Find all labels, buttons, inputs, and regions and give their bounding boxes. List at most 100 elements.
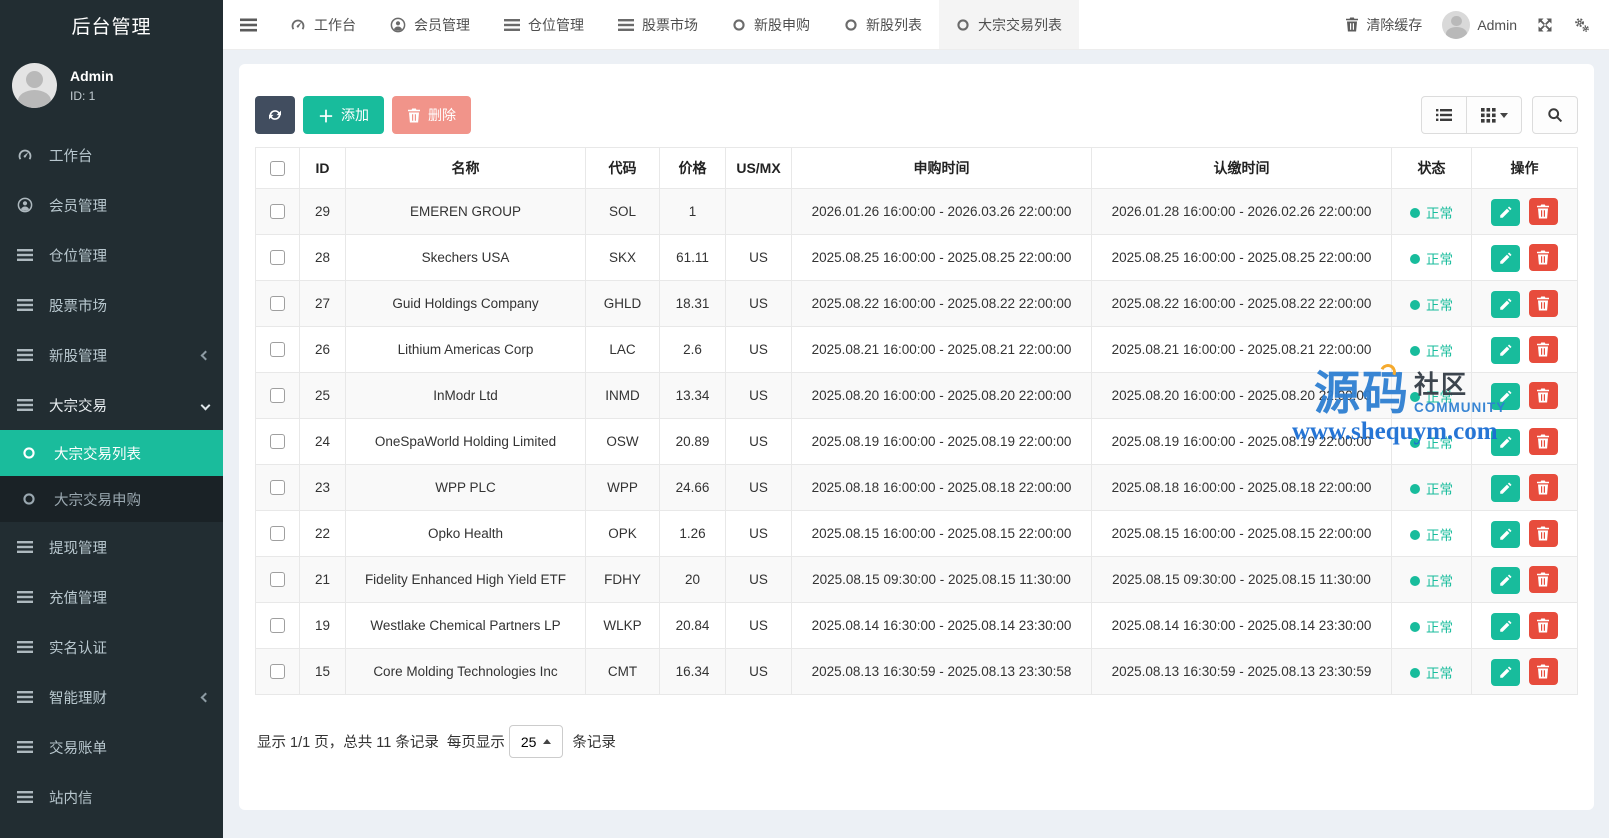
clear-cache-button[interactable]: 清除缓存	[1345, 15, 1422, 35]
nav-tab-6[interactable]: 新股列表	[827, 0, 939, 49]
row-market: US	[725, 648, 792, 695]
list-icon	[17, 247, 38, 264]
row-id: 21	[299, 556, 346, 603]
row-checkbox[interactable]	[270, 204, 285, 220]
row-ops	[1471, 326, 1578, 373]
row-code: SKX	[585, 234, 660, 281]
sidebar-item-14[interactable]: 站内信	[0, 772, 223, 822]
sidebar-item-11[interactable]: 实名认证	[0, 622, 223, 672]
refresh-button[interactable]	[255, 96, 295, 134]
sidebar-toggle-button[interactable]	[223, 0, 273, 49]
edit-row-button[interactable]	[1491, 428, 1521, 456]
row-ops	[1471, 556, 1578, 603]
table-row: 27 Guid Holdings Company GHLD 18.31 US 2…	[255, 280, 1578, 327]
delete-row-button[interactable]	[1528, 381, 1558, 409]
row-checkbox[interactable]	[270, 250, 285, 266]
pencil-icon	[1499, 343, 1512, 357]
search-button[interactable]	[1532, 96, 1578, 134]
sidebar-item-13[interactable]: 交易账单	[0, 722, 223, 772]
row-checkbox[interactable]	[270, 296, 285, 312]
delete-row-button[interactable]	[1528, 335, 1558, 363]
row-checkbox[interactable]	[270, 572, 285, 588]
add-button[interactable]: ＋ 添加	[303, 96, 385, 134]
row-status: 正常	[1391, 648, 1472, 695]
row-checkbox[interactable]	[270, 480, 285, 496]
edit-row-button[interactable]	[1491, 658, 1521, 686]
nav-tab-3[interactable]: 仓位管理	[487, 0, 601, 49]
settings-button[interactable]	[1573, 16, 1590, 33]
edit-row-button[interactable]	[1491, 520, 1521, 548]
list-view-button[interactable]	[1421, 96, 1467, 134]
sidebar-item-3[interactable]: 仓位管理	[0, 230, 223, 280]
table-row: 25 InModr Ltd INMD 13.34 US 2025.08.20 1…	[255, 372, 1578, 419]
edit-row-button[interactable]	[1491, 566, 1521, 594]
delete-row-button[interactable]	[1528, 473, 1558, 501]
edit-row-button[interactable]	[1491, 612, 1521, 640]
delete-row-button[interactable]	[1528, 197, 1558, 225]
row-checkbox[interactable]	[270, 388, 285, 404]
caret-down-icon	[1499, 112, 1508, 118]
edit-row-button[interactable]	[1491, 198, 1521, 226]
select-all-checkbox[interactable]	[270, 161, 285, 177]
delete-row-button[interactable]	[1528, 565, 1558, 593]
delete-row-button[interactable]	[1528, 657, 1558, 685]
trash-icon	[407, 108, 421, 123]
row-code: WPP	[585, 464, 660, 511]
row-checkbox[interactable]	[270, 664, 285, 680]
nav-tab-1[interactable]: 工作台	[273, 0, 373, 49]
sidebar-item-9[interactable]: 提现管理	[0, 522, 223, 572]
trash-icon	[1345, 17, 1359, 32]
edit-row-button[interactable]	[1491, 336, 1521, 364]
row-status: 正常	[1391, 280, 1472, 327]
edit-row-button[interactable]	[1491, 382, 1521, 410]
sidebar-item-1[interactable]: 工作台	[0, 130, 223, 180]
delete-row-button[interactable]	[1528, 243, 1558, 271]
user-menu[interactable]: Admin	[1442, 10, 1517, 39]
list-view-icon	[1436, 108, 1452, 122]
row-status: 正常	[1391, 188, 1472, 235]
sidebar-item-6[interactable]: 大宗交易	[0, 380, 223, 430]
edit-row-button[interactable]	[1491, 244, 1521, 272]
row-checkbox[interactable]	[270, 342, 285, 358]
pencil-icon	[1499, 665, 1512, 679]
nav-tab-7[interactable]: 大宗交易列表	[939, 0, 1079, 49]
pagination-summary: 显示 1/1 页，总共 11 条记录	[257, 735, 439, 751]
edit-row-button[interactable]	[1491, 290, 1521, 318]
row-name: EMEREN GROUP	[345, 188, 586, 235]
nav-tab-4[interactable]: 股票市场	[601, 0, 715, 49]
nav-tab-2[interactable]: 会员管理	[373, 0, 487, 49]
content-area: ＋ 添加 删除 ID 名称 代码 价格 US/MX 申购时间 认缴时间 状态 操…	[223, 50, 1609, 838]
sidebar-item-2[interactable]: 会员管理	[0, 180, 223, 230]
row-checkbox[interactable]	[270, 526, 285, 542]
delete-button[interactable]: 删除	[392, 96, 472, 134]
page-size-select[interactable]: 25	[508, 725, 564, 758]
pagination: 显示 1/1 页，总共 11 条记录 每页显示 25 条记录	[255, 725, 1578, 758]
delete-row-button[interactable]	[1528, 427, 1558, 455]
delete-row-button[interactable]	[1528, 519, 1558, 547]
sidebar-item-7[interactable]: 大宗交易列表	[0, 430, 223, 476]
nav-tab-5[interactable]: 新股申购	[715, 0, 827, 49]
row-market: US	[725, 280, 792, 327]
row-checkbox[interactable]	[270, 618, 285, 634]
table-row: 21 Fidelity Enhanced High Yield ETF FDHY…	[255, 556, 1578, 603]
list-icon	[17, 397, 38, 414]
sidebar-item-4[interactable]: 股票市场	[0, 280, 223, 330]
trash-icon	[1536, 526, 1550, 541]
delete-row-button[interactable]	[1528, 289, 1558, 317]
sidebar-item-12[interactable]: 智能理财	[0, 672, 223, 722]
sidebar-item-8[interactable]: 大宗交易申购	[0, 476, 223, 522]
sidebar-item-10[interactable]: 充值管理	[0, 572, 223, 622]
row-checkbox[interactable]	[270, 434, 285, 450]
delete-row-button[interactable]	[1528, 611, 1558, 639]
sidebar: 后台管理 Admin ID: 1 工作台 会员管理 仓位管理 股票市场 新股管理	[0, 0, 223, 838]
row-select-cell	[255, 418, 300, 465]
status-dot-icon	[1410, 437, 1420, 448]
row-subscribe-time: 2025.08.15 09:30:00 - 2025.08.15 11:30:0…	[791, 556, 1092, 603]
edit-row-button[interactable]	[1491, 474, 1521, 502]
col-ops: 操作	[1471, 147, 1578, 189]
nav-tab-label: 会员管理	[414, 16, 470, 33]
fullscreen-button[interactable]	[1537, 17, 1553, 33]
sidebar-item-5[interactable]: 新股管理	[0, 330, 223, 380]
sidebar-item-label: 股票市场	[49, 298, 107, 315]
columns-dropdown-button[interactable]	[1466, 96, 1522, 134]
